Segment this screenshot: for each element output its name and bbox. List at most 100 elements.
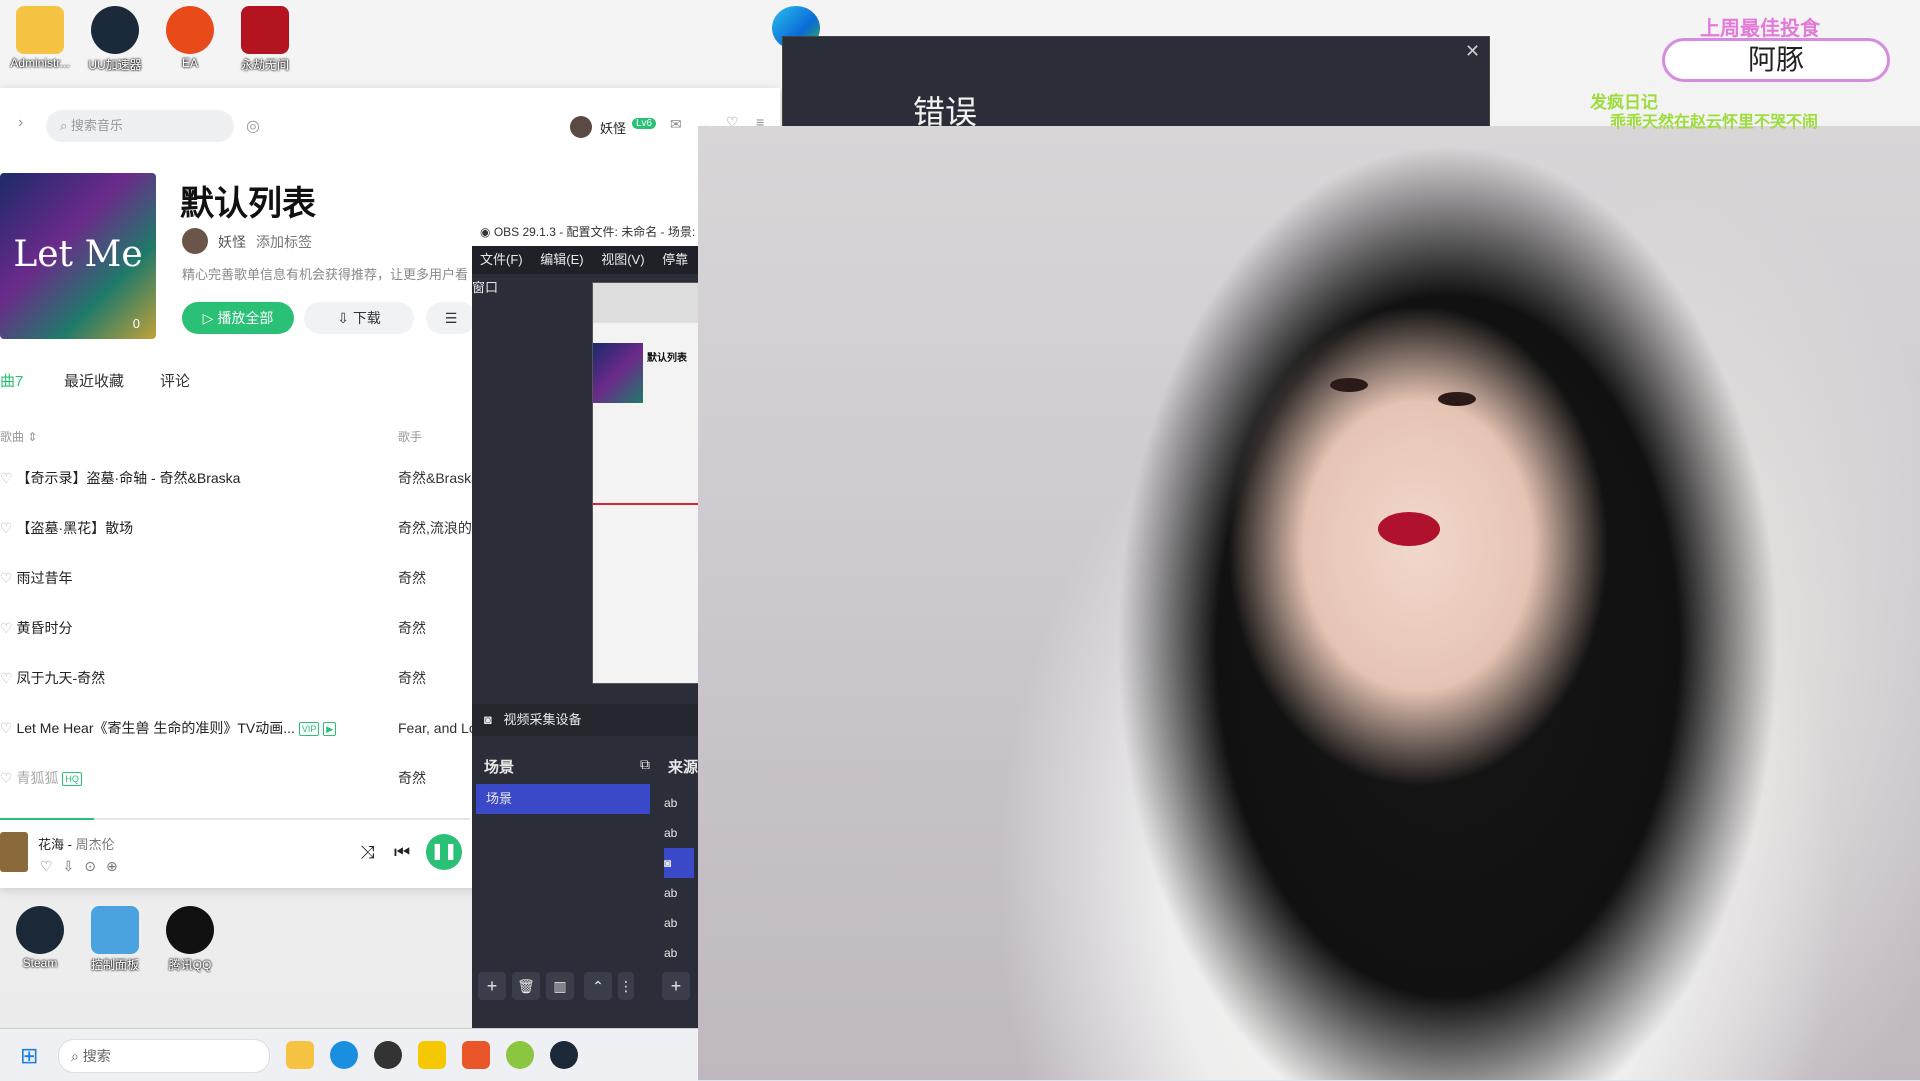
play-icon: ▷ <box>202 310 218 326</box>
player-action-icons[interactable]: ♡⇩⊙⊕ <box>40 858 128 875</box>
owner-name[interactable]: 妖怪 <box>218 232 246 252</box>
right-eye <box>1438 392 1476 406</box>
song-artist[interactable]: 奇然 <box>398 603 426 653</box>
overlay-subtitle: 乖乖天然在赵云怀里不哭不闹 <box>1610 114 1819 131</box>
add-tag-link[interactable]: 添加标签 <box>256 232 312 252</box>
text-source-icon[interactable]: ab <box>664 938 694 968</box>
heart-icon[interactable]: ♡ <box>0 520 16 536</box>
heart-icon[interactable]: ♡ <box>0 620 16 636</box>
download-button[interactable]: ⇩ 下载 <box>304 302 414 334</box>
obs-taskbar-icon[interactable] <box>374 1041 402 1069</box>
user-avatar[interactable] <box>570 116 592 138</box>
progress-fill <box>0 818 94 820</box>
user-name[interactable]: 妖怪 <box>600 118 626 137</box>
add-source-button[interactable]: + <box>662 972 690 1000</box>
desktop-icon-ea[interactable]: EA <box>150 0 230 70</box>
camera-icon: ◙ <box>484 712 492 727</box>
song-artist[interactable]: 奇然 <box>398 653 426 703</box>
app-taskbar-icon[interactable] <box>418 1041 446 1069</box>
preview-title: 默认列表 <box>647 353 687 364</box>
text-source-icon[interactable]: ab <box>664 788 694 818</box>
tab-recent[interactable]: 最近收藏 <box>64 370 124 391</box>
song-artist[interactable]: 奇然&Braska <box>398 453 479 503</box>
text-source-icon[interactable]: ab <box>664 908 694 938</box>
sources-list: ab ab ◙ ab ab ab <box>664 788 694 968</box>
play-all-button[interactable]: ▷ 播放全部 <box>182 302 294 334</box>
forward-arrow-icon[interactable]: › <box>18 114 23 132</box>
menu-file[interactable]: 文件(F) <box>472 252 523 267</box>
now-playing-cover[interactable] <box>0 832 28 872</box>
overlay-top-feeder-label: 上周最佳投食 <box>1700 18 1820 40</box>
preview-divider <box>593 503 701 505</box>
heart-icon[interactable]: ♡ <box>0 570 16 586</box>
heart-icon[interactable]: ♡ <box>0 720 16 736</box>
obs-window: ◉ OBS 29.1.3 - 配置文件: 未命名 - 场景: 文件(F) 编辑(… <box>472 218 702 1028</box>
delete-scene-button[interactable]: 🗑 <box>512 972 540 1000</box>
file-explorer-icon[interactable] <box>286 1041 314 1069</box>
obs-preview[interactable]: 默认列表 <box>592 282 702 684</box>
desktop-icon-control-panel[interactable]: 控制面板 <box>75 900 155 973</box>
windows-start-icon[interactable]: ⊞ <box>20 1043 38 1069</box>
mail-icon[interactable]: ✉ <box>670 116 682 133</box>
playback-progress[interactable] <box>0 818 470 820</box>
edge-taskbar-icon[interactable] <box>330 1041 358 1069</box>
menu-edit[interactable]: 编辑(E) <box>526 252 583 267</box>
owner-avatar[interactable] <box>182 228 208 254</box>
obs-menu-bar: 文件(F) 编辑(E) 视图(V) 停靠窗口 <box>472 246 700 295</box>
heart-icon[interactable]: ♡ <box>0 670 16 686</box>
download-icon: ⇩ <box>337 310 353 326</box>
menu-view[interactable]: 视图(V) <box>587 252 644 267</box>
text-source-icon[interactable]: ab <box>664 878 694 908</box>
hq-tag: HQ <box>62 772 82 787</box>
obs-title-bar[interactable]: ◉ OBS 29.1.3 - 配置文件: 未命名 - 场景: <box>472 218 700 246</box>
naraka-icon <box>241 6 289 54</box>
more-button[interactable]: ☰ <box>426 302 476 334</box>
add-scene-button[interactable]: + <box>478 972 506 1000</box>
mv-tag[interactable]: ▶ <box>323 722 337 737</box>
shuffle-icon[interactable]: ⤨ <box>360 842 374 863</box>
song-artist[interactable]: Fear, and Lo <box>398 703 477 753</box>
preview-desktop-strip <box>593 283 701 323</box>
desktop-icon-uu[interactable]: UU加速器 <box>75 0 155 73</box>
tab-comments[interactable]: 评论 <box>160 370 190 391</box>
music-taskbar-icon[interactable] <box>506 1041 534 1069</box>
undock-icon[interactable]: ⧉ <box>640 756 650 773</box>
desktop-icon-qq[interactable]: 腾讯QQ <box>150 900 230 973</box>
song-artist[interactable]: 奇然 <box>398 553 426 603</box>
scene-item[interactable]: 场景 <box>476 784 650 814</box>
scene-filters-button[interactable]: ▥ <box>546 972 574 1000</box>
sources-header: 来源 <box>668 759 699 776</box>
search-icon: ⌕ <box>71 1048 83 1064</box>
error-dialog: 错误 ✕ <box>782 36 1490 138</box>
now-playing-info[interactable]: 花海 - 周杰伦 <box>38 834 115 853</box>
song-artist[interactable]: 奇然 <box>398 753 426 803</box>
text-source-icon[interactable]: ab <box>664 818 694 848</box>
desktop-icon-steam[interactable]: Steam <box>0 900 80 970</box>
pause-button[interactable]: ❚❚ <box>426 834 462 870</box>
more-options-button[interactable]: ⋮ <box>618 972 634 1000</box>
camera-source-icon[interactable]: ◙ <box>664 848 694 878</box>
desktop-icon-naraka[interactable]: 永劫无间 <box>225 0 305 73</box>
ea-icon <box>166 6 214 54</box>
close-icon[interactable]: ✕ <box>1465 41 1480 62</box>
taskbar: ⊞ ⌕ 搜索 <box>0 1028 698 1081</box>
folder-icon <box>16 6 64 54</box>
stream-video <box>698 126 1920 1080</box>
source-toolbar[interactable]: ◙ 视频采集设备 <box>472 704 700 736</box>
mic-icon[interactable]: ◎ <box>246 116 260 136</box>
playlist-cover[interactable]: Let Me Hear 0 <box>0 173 156 339</box>
music-search-input[interactable]: ⌕ 搜索音乐 <box>46 110 234 142</box>
heart-icon[interactable]: ♡ <box>0 470 16 486</box>
desktop-icon-admin[interactable]: Administr... <box>0 0 80 70</box>
playlist-description: 精心完善歌单信息有机会获得推荐，让更多用户看 <box>182 267 469 282</box>
heart-icon[interactable]: ♡ <box>0 770 16 786</box>
obs-logo-icon: ◉ <box>480 225 491 239</box>
previous-icon[interactable]: ⏮ <box>394 842 410 863</box>
steam-taskbar-icon[interactable] <box>550 1041 578 1069</box>
move-up-button[interactable]: ⌃ <box>584 972 612 1000</box>
column-song[interactable]: 歌曲 ⇕ <box>0 428 37 445</box>
playlist-title: 默认列表 <box>180 185 316 223</box>
game-taskbar-icon[interactable] <box>462 1041 490 1069</box>
tab-songs[interactable]: 曲7 <box>0 370 23 391</box>
taskbar-search-input[interactable]: ⌕ 搜索 <box>58 1039 270 1073</box>
